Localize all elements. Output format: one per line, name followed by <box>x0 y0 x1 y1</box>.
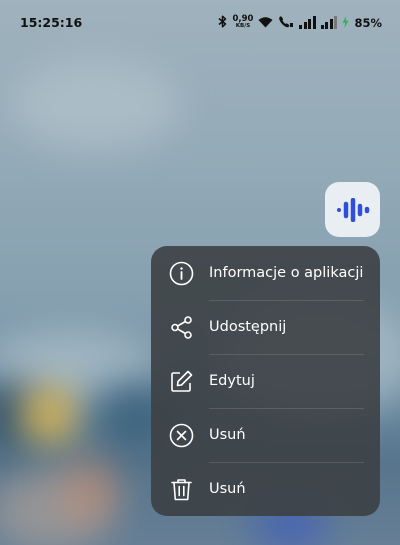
wifi-icon <box>258 13 273 32</box>
battery-charging-icon <box>342 13 349 32</box>
network-speed: 0,90 KB/S <box>232 13 254 30</box>
info-icon <box>169 261 194 286</box>
menu-item-remove[interactable]: Usuń <box>151 409 380 462</box>
close-circle-icon <box>169 423 194 448</box>
battery-percentage: 85% <box>354 15 382 30</box>
voice-app-icon[interactable] <box>325 182 380 237</box>
network-speed-value: 0,90 <box>232 13 254 24</box>
menu-item-label: Edytuj <box>209 373 255 389</box>
signal-icon <box>299 16 316 29</box>
status-bar: 15:25:16 0,90 KB/S 85% <box>0 0 400 44</box>
voice-wave-icon <box>336 197 369 222</box>
menu-item-share[interactable]: Udostępnij <box>151 301 380 354</box>
menu-item-edit[interactable]: Edytuj <box>151 355 380 408</box>
clock: 15:25:16 <box>20 15 83 30</box>
menu-item-label: Informacje o aplikacji <box>209 265 364 281</box>
wifi-call-icon <box>278 13 294 32</box>
app-context-menu: Informacje o aplikacji Udostępnij Edytuj <box>151 246 380 516</box>
menu-item-uninstall[interactable]: Usuń <box>151 463 380 516</box>
menu-item-label: Usuń <box>209 427 246 443</box>
share-icon <box>169 315 194 340</box>
network-speed-unit: KB/S <box>235 22 251 29</box>
menu-item-label: Udostępnij <box>209 319 287 335</box>
bluetooth-icon <box>218 13 227 32</box>
edit-icon <box>169 369 194 394</box>
menu-item-label: Usuń <box>209 481 246 497</box>
trash-icon <box>169 477 194 502</box>
signal-icon <box>320 16 338 29</box>
menu-item-app-info[interactable]: Informacje o aplikacji <box>151 247 380 300</box>
